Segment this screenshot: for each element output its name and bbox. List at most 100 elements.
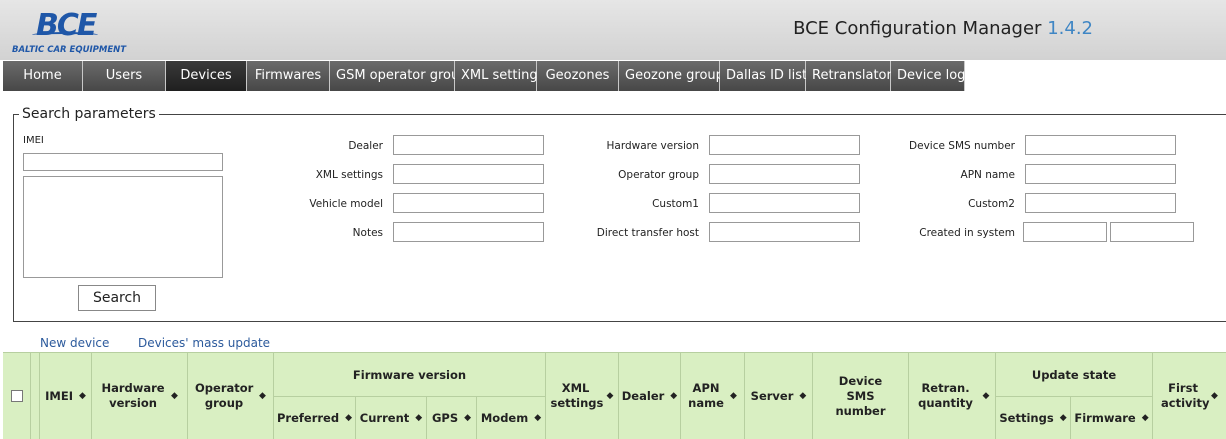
- col-update-settings[interactable]: Settings ◆: [996, 397, 1071, 439]
- sort-icon: ◆: [1211, 390, 1218, 401]
- device-sms-number-input[interactable]: [1025, 135, 1176, 155]
- header-divider: [274, 396, 546, 397]
- vehicle-model-label: Vehicle model: [309, 198, 383, 210]
- sort-icon: ◆: [1141, 412, 1149, 423]
- imei-input[interactable]: [23, 153, 223, 171]
- col-retran-quantity-label: Retran. quantity: [918, 381, 973, 410]
- logo-swoosh-icon: [32, 32, 98, 38]
- new-device-link[interactable]: New device: [40, 336, 109, 350]
- col-firmware-modem[interactable]: Modem ◆: [477, 397, 546, 439]
- nav-geozones[interactable]: Geozones: [537, 61, 619, 91]
- col-firmware-preferred[interactable]: Preferred ◆: [274, 397, 356, 439]
- col-imei-label: IMEI: [45, 388, 73, 403]
- operator-group-input[interactable]: [709, 164, 860, 184]
- imei-list-textarea[interactable]: [23, 176, 223, 278]
- sort-icon: ◆: [730, 390, 737, 401]
- created-from-input[interactable]: [1023, 222, 1107, 242]
- col-group-update-state: Update state: [996, 353, 1153, 397]
- devices-table-header: IMEI ◆ Hardware version ◆ Operator group ◆ …: [3, 352, 1226, 439]
- app-title-text: BCE Configuration Manager: [793, 18, 1042, 39]
- device-sms-number-label: Device SMS number: [909, 140, 1015, 152]
- col-xml-settings-label: XML settings: [550, 381, 604, 410]
- col-current-label: Current: [359, 410, 410, 425]
- nav-home[interactable]: Home: [3, 61, 83, 91]
- select-all-cell: [3, 353, 31, 439]
- notes-label: Notes: [352, 227, 383, 239]
- dealer-label: Dealer: [348, 140, 383, 152]
- header-divider: [996, 396, 1153, 397]
- apn-name-label: APN name: [960, 169, 1015, 181]
- col-device-sms-number-label: Device SMS number: [835, 373, 886, 418]
- direct-transfer-host-label: Direct transfer host: [596, 227, 699, 239]
- hardware-version-input[interactable]: [709, 135, 860, 155]
- col-hardware-version-label: Hardware version: [101, 381, 165, 410]
- sort-icon: ◆: [982, 390, 990, 401]
- mass-update-link[interactable]: Devices' mass update: [138, 336, 270, 350]
- col-first-activity[interactable]: First activity ◆: [1153, 353, 1226, 439]
- app-title: BCE Configuration Manager 1.4.2: [793, 18, 1093, 39]
- col-imei[interactable]: IMEI ◆: [40, 353, 92, 439]
- col-group-firmware-version: Firmware version: [274, 353, 546, 397]
- col-apn-name-label: APN name: [688, 381, 724, 410]
- custom2-input[interactable]: [1025, 193, 1176, 213]
- vehicle-model-input[interactable]: [393, 193, 544, 213]
- col-hardware-version[interactable]: Hardware version ◆: [92, 353, 188, 439]
- nav-users[interactable]: Users: [83, 61, 166, 91]
- custom1-input[interactable]: [709, 193, 860, 213]
- bce-logo[interactable]: BCE BALTIC CAR EQUIPMENT: [10, 6, 135, 56]
- created-to-input[interactable]: [1110, 222, 1194, 242]
- sort-icon: ◆: [415, 412, 423, 423]
- col-update-state-label: Update state: [1031, 367, 1117, 382]
- sort-icon: ◆: [670, 390, 678, 401]
- dealer-input[interactable]: [393, 135, 544, 155]
- nav-gsm-operator-groups[interactable]: GSM operator groups: [330, 61, 474, 91]
- col-modem-label: Modem: [480, 410, 529, 425]
- custom2-label: Custom2: [968, 198, 1015, 210]
- search-button[interactable]: Search: [78, 285, 156, 311]
- col-dealer-label: Dealer: [621, 388, 665, 403]
- nav-retranslators[interactable]: Retranslators: [806, 61, 899, 91]
- nav-dallas-id-lists[interactable]: Dallas ID lists: [720, 61, 814, 91]
- nav-xml-settings[interactable]: XML settings: [455, 61, 544, 91]
- sort-icon: ◆: [464, 412, 472, 423]
- col-firmware-label: Firmware: [1074, 410, 1136, 425]
- col-preferred-label: Preferred: [277, 410, 340, 425]
- main-nav: Home Users Devices Firmwares GSM operato…: [3, 61, 972, 91]
- nav-devices[interactable]: Devices: [166, 61, 247, 91]
- col-update-firmware[interactable]: Firmware ◆: [1071, 397, 1153, 439]
- col-operator-group[interactable]: Operator group ◆: [188, 353, 274, 439]
- col-firmware-version-label: Firmware version: [352, 367, 467, 382]
- logo-subtitle: BALTIC CAR EQUIPMENT: [12, 45, 127, 55]
- nav-device-logs[interactable]: Device logs: [891, 61, 972, 91]
- operator-group-label: Operator group: [618, 169, 699, 181]
- nav-firmwares[interactable]: Firmwares: [247, 61, 330, 91]
- app-version: 1.4.2: [1047, 18, 1093, 39]
- col-retran-quantity[interactable]: Retran. quantity ◆: [909, 353, 996, 439]
- select-all-checkbox[interactable]: [10, 390, 23, 402]
- col-first-activity-label: First activity: [1161, 381, 1210, 410]
- direct-transfer-host-input[interactable]: [709, 222, 860, 242]
- col-device-sms-number[interactable]: Device SMS number: [813, 353, 909, 439]
- col-server[interactable]: Server ◆: [745, 353, 813, 439]
- nav-geozone-groups[interactable]: Geozone groups: [619, 61, 731, 91]
- col-operator-group-label: Operator group: [195, 381, 254, 410]
- sort-icon: ◆: [606, 390, 614, 401]
- custom1-label: Custom1: [652, 198, 699, 210]
- col-xml-settings[interactable]: XML settings ◆: [546, 353, 619, 439]
- sort-icon: ◆: [534, 412, 542, 423]
- notes-input[interactable]: [393, 222, 544, 242]
- col-dealer[interactable]: Dealer ◆: [619, 353, 681, 439]
- sort-icon: ◆: [799, 390, 807, 401]
- sort-icon: ◆: [171, 390, 178, 401]
- apn-name-input[interactable]: [1025, 164, 1176, 184]
- sort-icon: ◆: [259, 390, 266, 401]
- col-gps-label: GPS: [431, 410, 459, 425]
- xml-settings-input[interactable]: [393, 164, 544, 184]
- col-firmware-gps[interactable]: GPS ◆: [427, 397, 477, 439]
- search-parameters-legend: Search parameters: [19, 106, 159, 122]
- col-firmware-current[interactable]: Current ◆: [356, 397, 427, 439]
- imei-label: IMEI: [23, 135, 44, 146]
- sort-icon: ◆: [1059, 412, 1067, 423]
- col-settings-label: Settings: [999, 410, 1054, 425]
- col-apn-name[interactable]: APN name ◆: [681, 353, 745, 439]
